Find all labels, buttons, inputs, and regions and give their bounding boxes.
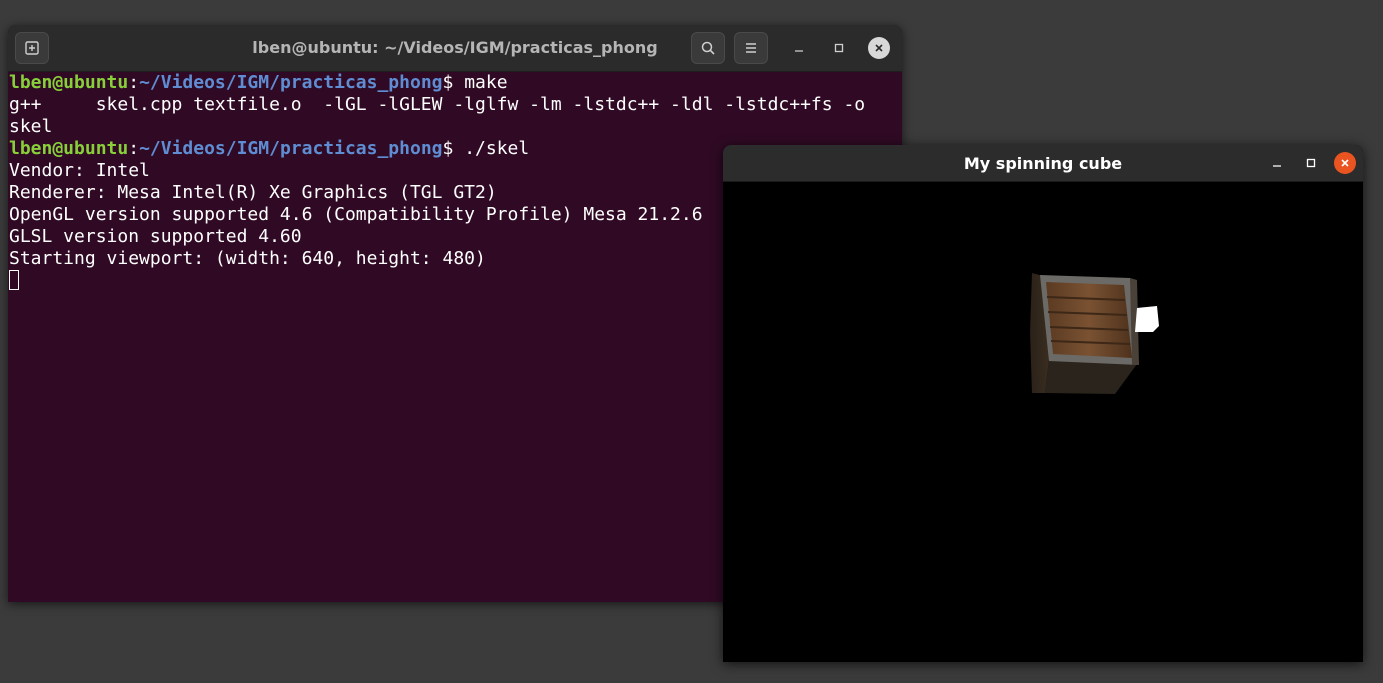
gl-window[interactable]: My spinning cube [723,145,1363,662]
terminal-titlebar[interactable]: lben@ubuntu: ~/Videos/IGM/practicas_phon… [8,25,902,72]
minimize-icon [1273,165,1281,167]
gl-maximize-button[interactable] [1300,152,1322,174]
minimize-icon [795,50,803,52]
new-tab-button[interactable] [15,32,49,64]
prompt-dollar: $ [442,138,465,159]
prompt-line-make: lben@ubuntu:~/Videos/IGM/practicas_phong… [9,72,902,94]
terminal-minimize-button[interactable] [788,37,810,59]
maximize-icon [1306,158,1316,168]
gl-minimize-button[interactable] [1266,152,1288,174]
command-text: ./skel [464,138,530,159]
scene [1030,273,1159,394]
menu-button[interactable] [734,32,768,64]
terminal-close-button[interactable] [868,37,890,59]
output-line: g++ skel.cpp textfile.o -lGL -lGLEW -lgl… [9,94,866,115]
output-line: skel [9,116,53,137]
terminal-maximize-button[interactable] [828,37,850,59]
search-button[interactable] [691,32,725,64]
search-icon [701,41,715,55]
prompt-separator: : [128,138,140,159]
gl-titlebar[interactable]: My spinning cube [723,145,1363,182]
new-tab-icon [25,41,39,55]
text-cursor [9,270,19,290]
prompt-path: ~/Videos/IGM/practicas_phong [139,72,443,93]
prompt-user: lben@ubuntu [9,138,129,159]
prompt-user: lben@ubuntu [9,72,129,93]
close-icon [875,44,883,52]
close-icon [1341,159,1349,167]
gl-viewport[interactable] [723,182,1363,662]
maximize-icon [834,43,844,53]
wooden-crate-cube [1030,273,1139,394]
prompt-separator: : [128,72,140,93]
hamburger-menu-icon [746,43,756,53]
gl-close-button[interactable] [1334,152,1356,174]
prompt-path: ~/Videos/IGM/practicas_phong [139,138,443,159]
light-source-cube [1135,306,1159,332]
prompt-dollar: $ [442,72,465,93]
command-text: make [464,72,508,93]
